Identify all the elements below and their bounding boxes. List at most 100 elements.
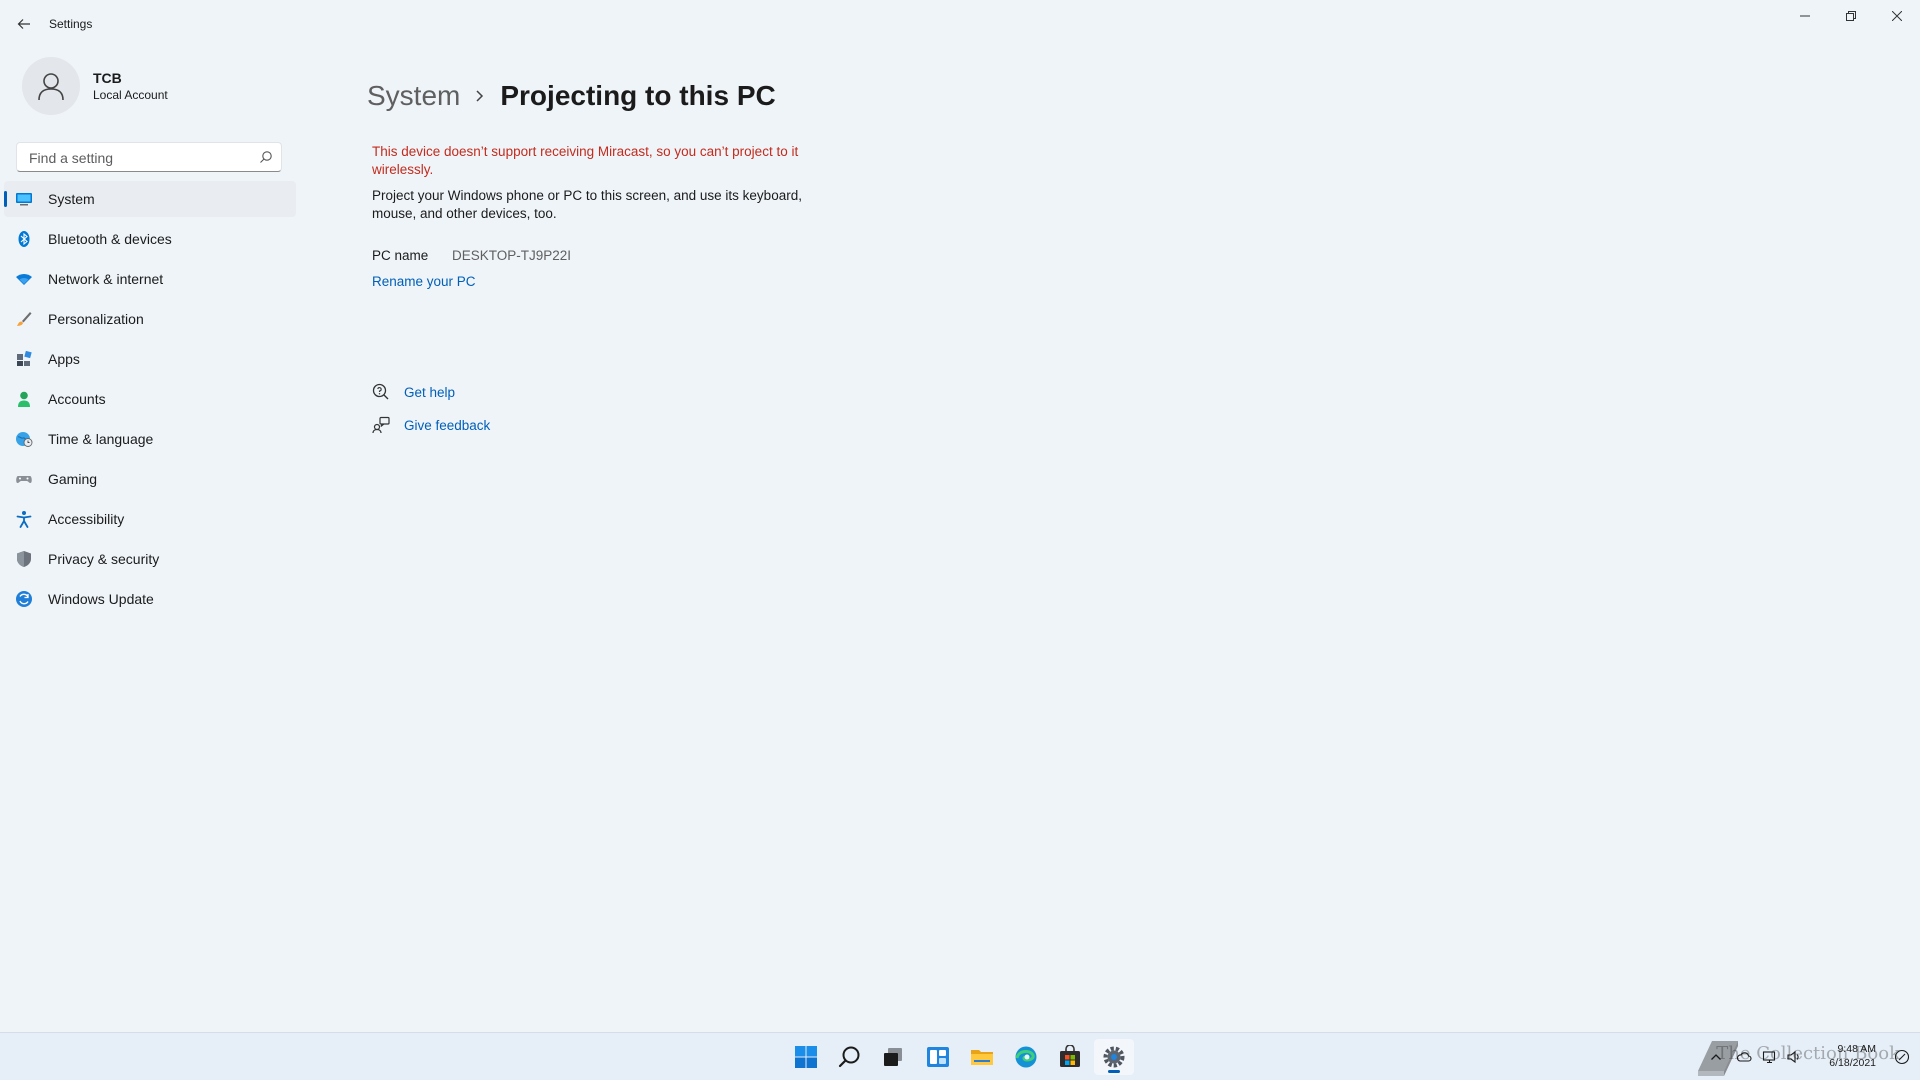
taskbar-search-button[interactable]	[830, 1039, 870, 1075]
pc-name-label: PC name	[372, 248, 429, 263]
active-app-indicator	[1108, 1070, 1120, 1073]
sidebar-item-label: Privacy & security	[48, 551, 160, 567]
task-view-button[interactable]	[873, 1039, 913, 1075]
sidebar-item-gaming[interactable]: Gaming	[4, 461, 296, 497]
start-button[interactable]	[786, 1039, 826, 1075]
sidebar-item-accounts[interactable]: Accounts	[4, 381, 296, 417]
onedrive-button[interactable]	[1734, 1047, 1754, 1067]
search-input[interactable]	[27, 148, 251, 168]
notification-icon	[1894, 1049, 1910, 1065]
sidebar-item-label: System	[48, 191, 95, 207]
settings-window: Settings TCB Local Account Find a settin…	[0, 0, 1920, 1080]
sidebar-item-label: Windows Update	[48, 591, 154, 607]
bluetooth-icon	[15, 230, 33, 248]
page-title: Projecting to this PC	[500, 80, 776, 111]
search-icon	[838, 1046, 860, 1068]
cloud-icon	[1736, 1052, 1752, 1062]
rename-pc-link[interactable]: Rename your PC	[372, 274, 476, 289]
minimize-icon	[1800, 15, 1810, 17]
file-explorer-button[interactable]	[962, 1039, 1002, 1075]
sidebar-item-time-language[interactable]: Time & language	[4, 421, 296, 457]
sidebar-item-label: Apps	[48, 351, 80, 367]
restore-icon	[1846, 11, 1856, 21]
start-icon	[795, 1046, 817, 1068]
app-title: Settings	[49, 17, 93, 31]
shield-icon	[15, 550, 33, 568]
title-bar: Settings	[0, 0, 1920, 48]
help-chat-icon	[372, 383, 390, 401]
network-tray-button[interactable]	[1760, 1047, 1780, 1067]
taskbar-clock[interactable]: 9:48 AM 6/18/2021	[1829, 1042, 1876, 1070]
widgets-button[interactable]	[918, 1039, 958, 1075]
speaker-icon	[1787, 1050, 1799, 1064]
miracast-warning: This device doesn’t support receiving Mi…	[372, 144, 799, 177]
edge-button[interactable]	[1006, 1039, 1046, 1075]
profile-account-type: Local Account	[93, 88, 168, 102]
sidebar-item-label: Accounts	[48, 391, 106, 407]
sidebar-item-network[interactable]: Network & internet	[4, 261, 296, 297]
restore-button[interactable]	[1828, 0, 1874, 32]
search-box[interactable]	[16, 142, 282, 172]
person-icon	[15, 390, 33, 408]
store-icon	[1060, 1045, 1080, 1067]
brush-icon	[15, 310, 33, 328]
task-view-icon	[884, 1048, 902, 1066]
sidebar-item-label: Accessibility	[48, 511, 125, 527]
pc-name-row: PC name DESKTOP-TJ9P22I	[372, 248, 571, 263]
system-icon	[15, 190, 33, 208]
sidebar-nav: System Bluetooth & devices Network & int…	[4, 181, 296, 621]
give-feedback-row[interactable]: Give feedback	[372, 415, 490, 435]
show-hidden-icons-button[interactable]	[1706, 1047, 1726, 1067]
sidebar-item-accessibility[interactable]: Accessibility	[4, 501, 296, 537]
sidebar-item-windows-update[interactable]: Windows Update	[4, 581, 296, 617]
settings-taskbar-button[interactable]	[1094, 1039, 1134, 1075]
edge-icon	[1015, 1046, 1037, 1068]
chevron-right-icon	[474, 89, 484, 103]
sidebar-item-label: Personalization	[48, 311, 144, 327]
breadcrumb-parent[interactable]: System	[367, 80, 460, 112]
back-button[interactable]	[12, 12, 36, 36]
feedback-icon	[372, 416, 390, 434]
gamepad-icon	[15, 470, 33, 488]
sidebar-item-label: Bluetooth & devices	[48, 231, 172, 247]
widgets-icon	[927, 1047, 949, 1067]
settings-icon	[1103, 1046, 1125, 1068]
sidebar-item-personalization[interactable]: Personalization	[4, 301, 296, 337]
network-icon	[1762, 1051, 1776, 1064]
close-button[interactable]	[1874, 0, 1920, 32]
close-icon	[1892, 11, 1902, 21]
wifi-icon	[15, 270, 33, 288]
give-feedback-link[interactable]: Give feedback	[404, 418, 490, 433]
sidebar-item-privacy-security[interactable]: Privacy & security	[4, 541, 296, 577]
accessibility-icon	[15, 510, 33, 528]
pc-name-value: DESKTOP-TJ9P22I	[452, 248, 572, 263]
clock-time: 9:48 AM	[1837, 1043, 1876, 1055]
user-profile[interactable]: TCB Local Account	[22, 57, 168, 115]
sidebar-item-label: Time & language	[48, 431, 154, 447]
sidebar-item-label: Gaming	[48, 471, 98, 487]
sidebar-item-bluetooth[interactable]: Bluetooth & devices	[4, 221, 296, 257]
update-icon	[15, 590, 33, 608]
get-help-link[interactable]: Get help	[404, 385, 455, 400]
breadcrumb: System Projecting to this PC	[367, 76, 776, 116]
projection-description: Project your Windows phone or PC to this…	[372, 188, 802, 221]
sidebar-item-system[interactable]: System	[4, 181, 296, 217]
volume-tray-button[interactable]	[1784, 1047, 1804, 1067]
taskbar: The Collection Book 9:48 AM 6/18/2021	[0, 1032, 1920, 1080]
sidebar-item-label: Network & internet	[48, 271, 164, 287]
chevron-up-icon	[1711, 1054, 1721, 1060]
avatar	[22, 57, 80, 115]
clock-date: 6/18/2021	[1829, 1057, 1876, 1069]
notifications-button[interactable]	[1892, 1047, 1912, 1067]
back-arrow-icon	[17, 19, 30, 29]
store-button[interactable]	[1050, 1039, 1090, 1075]
system-tray: The Collection Book 9:48 AM 6/18/2021	[1660, 1033, 1920, 1080]
sidebar-item-apps[interactable]: Apps	[4, 341, 296, 377]
file-explorer-icon	[971, 1050, 993, 1065]
profile-name: TCB	[93, 70, 122, 86]
person-icon	[38, 73, 64, 101]
minimize-button[interactable]	[1782, 0, 1828, 32]
globe-clock-icon	[15, 430, 33, 448]
get-help-row[interactable]: Get help	[372, 382, 455, 402]
apps-icon	[15, 350, 33, 368]
